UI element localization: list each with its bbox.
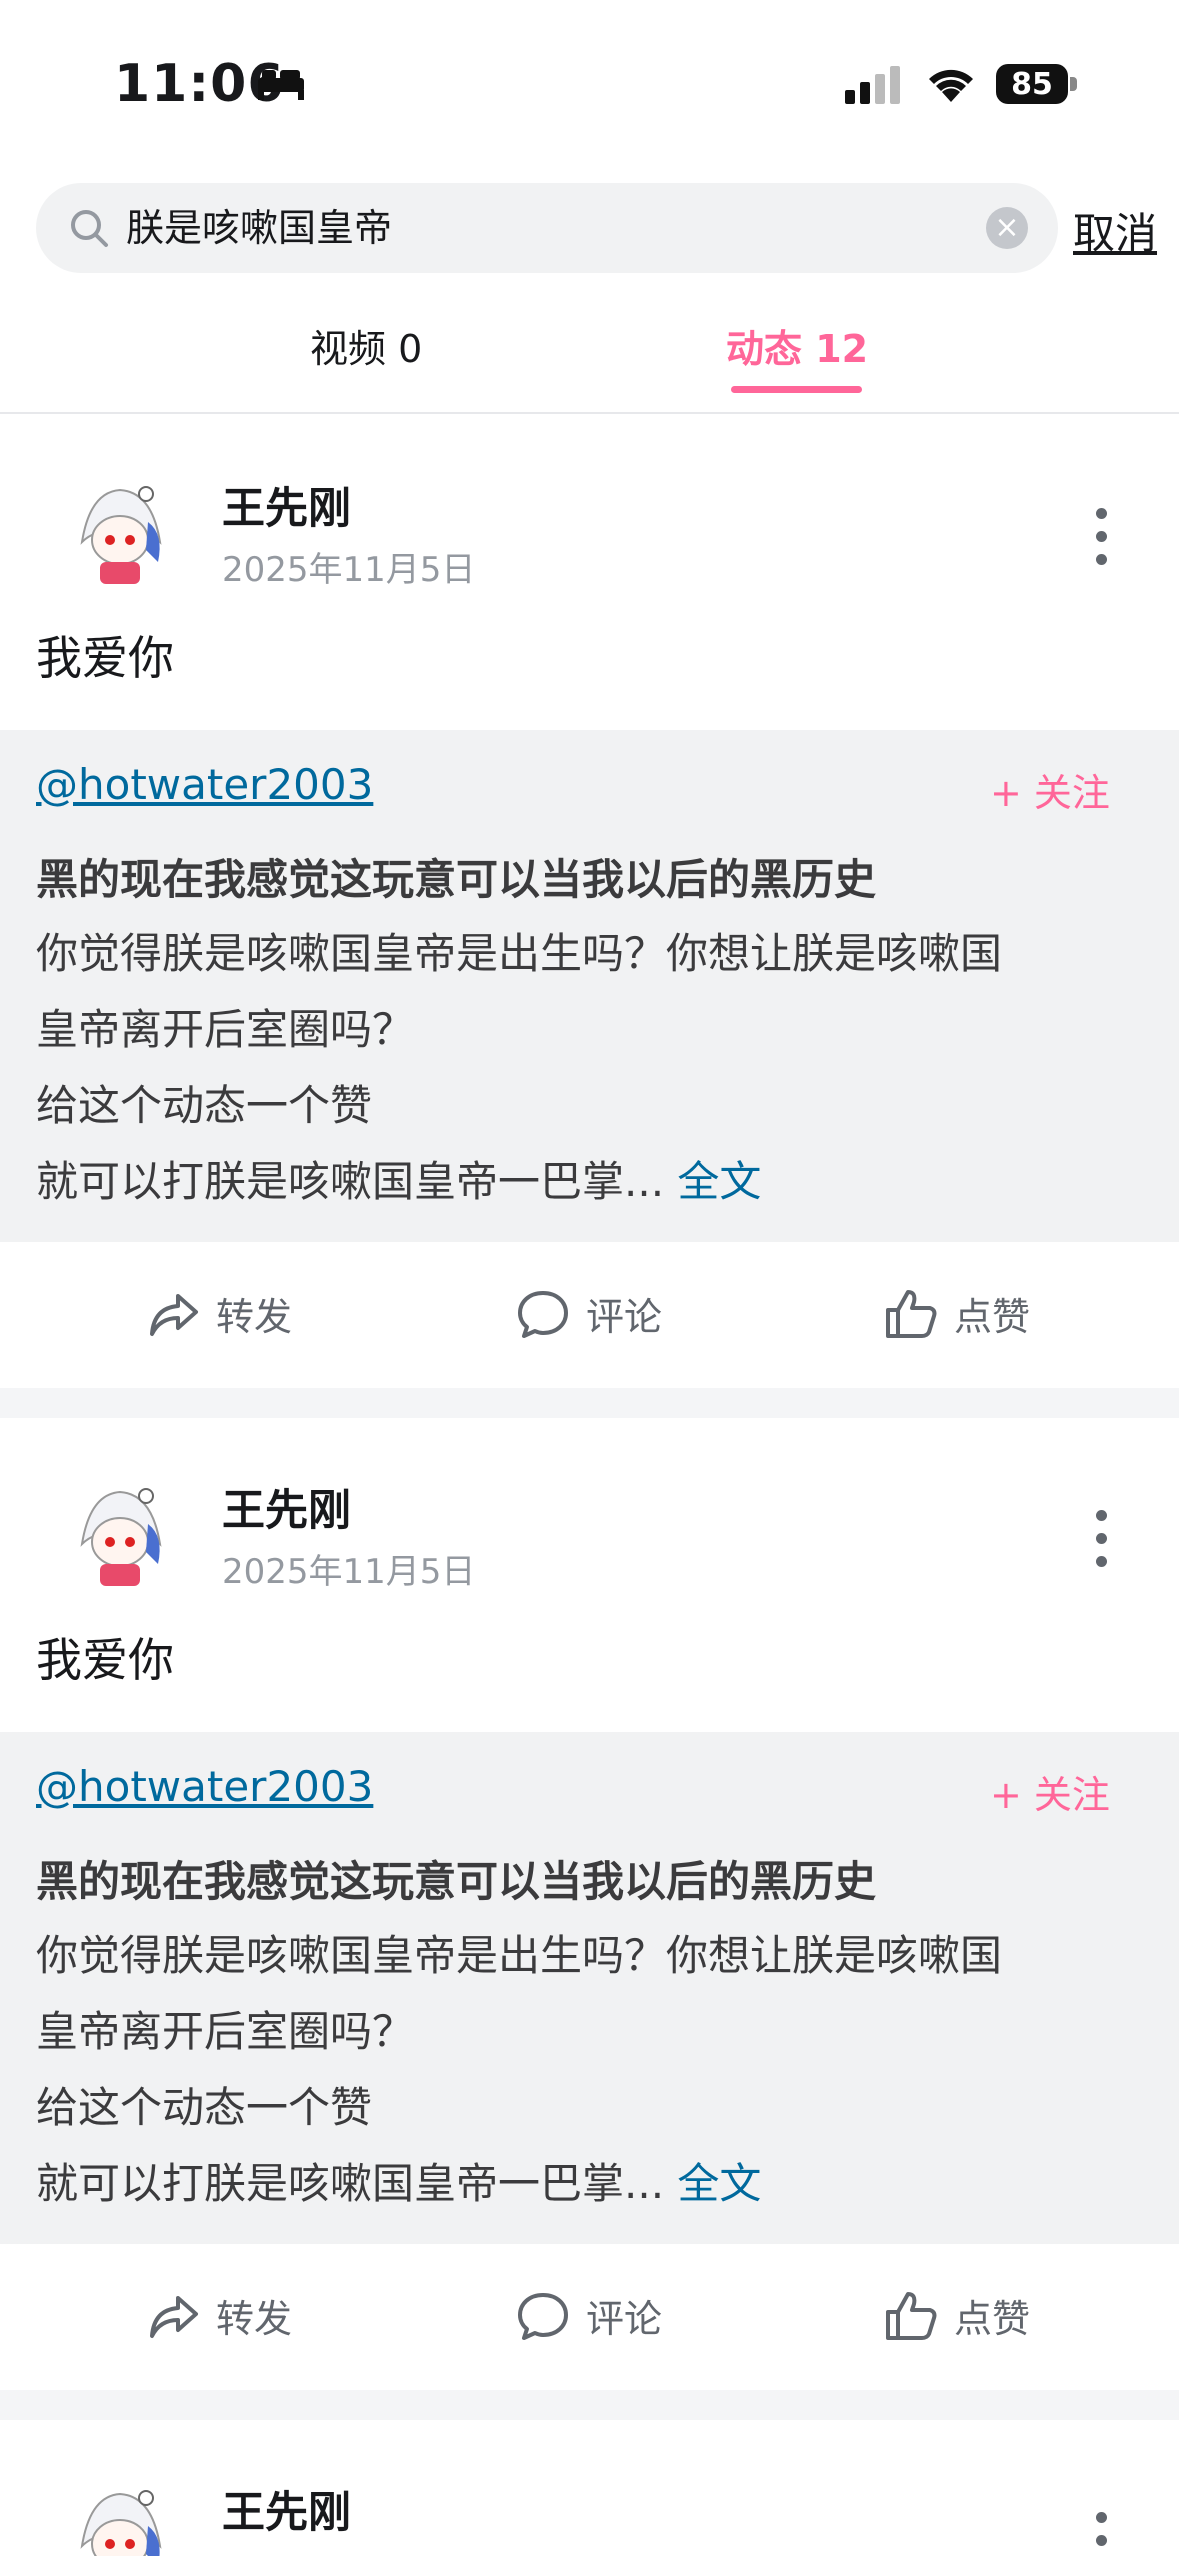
username[interactable]: 王先刚 xyxy=(222,474,351,536)
quoted-title: 黑的现在我感觉这玩意可以当我以后的黑历史 xyxy=(36,855,877,904)
search-input[interactable]: 朕是咳嗽国皇帝 xyxy=(126,183,976,273)
action-bar: 转发 评论 点赞 xyxy=(0,2244,1179,2390)
repost-label: 转发 xyxy=(216,1295,293,1339)
avatar[interactable] xyxy=(60,2476,180,2556)
repost-label: 转发 xyxy=(216,2297,293,2341)
post-date: 2025年11月5日 xyxy=(222,1552,476,1592)
action-bar: 转发 评论 点赞 xyxy=(0,1242,1179,1388)
quoted-text-line: 皇帝离开后室圈吗？ xyxy=(36,1005,415,1054)
quoted-text-line: 给这个动态一个赞 xyxy=(36,2083,373,2132)
more-options-icon[interactable] xyxy=(1096,508,1108,577)
thumbs-up-icon xyxy=(886,1289,937,1338)
quoted-dynamic[interactable]: @hotwater2003 + 关注 黑的现在我感觉这玩意可以当我以后的黑历史 … xyxy=(0,730,1179,1242)
follow-button[interactable]: + 关注 xyxy=(990,1764,1110,1819)
quoted-dynamic[interactable]: @hotwater2003 + 关注 黑的现在我感觉这玩意可以当我以后的黑历史 … xyxy=(0,1732,1179,2244)
like-label: 点赞 xyxy=(954,2297,1031,2341)
quoted-username[interactable]: @hotwater2003 xyxy=(36,760,373,809)
quoted-text-line: 你觉得朕是咳嗽国皇帝是出生吗？你想让朕是咳嗽国 xyxy=(36,929,1003,978)
post-date: 2025年11月5日 xyxy=(222,550,476,590)
quoted-text-line: 给这个动态一个赞 xyxy=(36,1081,373,1130)
comment-button[interactable]: 评论 xyxy=(516,2288,662,2343)
comment-button[interactable]: 评论 xyxy=(516,1286,662,1341)
like-button[interactable]: 点赞 xyxy=(884,1286,1030,1341)
share-arrow-icon xyxy=(150,1293,198,1336)
follow-button[interactable]: + 关注 xyxy=(990,762,1110,817)
username[interactable]: 王先刚 xyxy=(222,2478,351,2540)
username[interactable]: 王先刚 xyxy=(222,1476,351,1538)
repost-button[interactable]: 转发 xyxy=(148,2288,292,2343)
comment-bubble-icon xyxy=(518,1290,568,1338)
full-text-link[interactable]: 全文 xyxy=(677,1157,761,1206)
active-tab-indicator xyxy=(731,386,862,393)
avatar[interactable] xyxy=(60,1474,180,1594)
post-text: 我爱你 xyxy=(36,1633,174,1687)
share-arrow-icon xyxy=(150,2295,198,2338)
tab-video[interactable]: 视频 0 xyxy=(310,318,422,373)
more-options-icon[interactable] xyxy=(1096,1510,1108,1579)
comment-bubble-icon xyxy=(518,2292,568,2340)
search-icon xyxy=(71,210,108,247)
post-text: 我爱你 xyxy=(36,631,174,685)
like-label: 点赞 xyxy=(954,1295,1031,1339)
status-bar: 11:06 85 xyxy=(0,0,1179,160)
clear-search-icon[interactable]: × xyxy=(986,207,1028,249)
like-button[interactable]: 点赞 xyxy=(884,2288,1030,2343)
quoted-text-line: 就可以打朕是咳嗽国皇帝一巴掌... 全文 xyxy=(36,2150,761,2211)
cancel-button[interactable]: 取消 xyxy=(1073,200,1157,261)
full-text-link[interactable]: 全文 xyxy=(677,2159,761,2208)
quoted-title: 黑的现在我感觉这玩意可以当我以后的黑历史 xyxy=(36,1857,877,1906)
quoted-text-line: 皇帝离开后室圈吗？ xyxy=(36,2007,415,2056)
quoted-text-truncated: 就可以打朕是咳嗽国皇帝一巴掌... xyxy=(36,2159,665,2208)
thumbs-up-icon xyxy=(886,2291,937,2340)
comment-label: 评论 xyxy=(586,1295,663,1339)
tab-dynamic[interactable]: 动态 12 xyxy=(726,318,868,373)
comment-label: 评论 xyxy=(586,2297,663,2341)
battery-cap xyxy=(1070,77,1077,91)
card-separator xyxy=(0,1388,1179,1418)
more-options-icon[interactable] xyxy=(1096,2512,1108,2556)
wifi-icon xyxy=(929,69,973,102)
search-bar[interactable]: 朕是咳嗽国皇帝 × xyxy=(36,183,1058,273)
sleep-focus-icon xyxy=(258,70,304,100)
quoted-username[interactable]: @hotwater2003 xyxy=(36,1762,373,1811)
avatar[interactable] xyxy=(60,472,180,592)
quoted-text-line: 你觉得朕是咳嗽国皇帝是出生吗？你想让朕是咳嗽国 xyxy=(36,1931,1003,1980)
battery-indicator: 85 xyxy=(996,64,1068,104)
quoted-text-truncated: 就可以打朕是咳嗽国皇帝一巴掌... xyxy=(36,1157,665,1206)
repost-button[interactable]: 转发 xyxy=(148,1286,292,1341)
cellular-signal-icon xyxy=(845,66,900,104)
dynamic-card[interactable]: 王先刚 xyxy=(0,2416,1179,2556)
quoted-text-line: 就可以打朕是咳嗽国皇帝一巴掌... 全文 xyxy=(36,1148,761,1209)
result-tabs: 视频 0 动态 12 xyxy=(0,300,1179,414)
